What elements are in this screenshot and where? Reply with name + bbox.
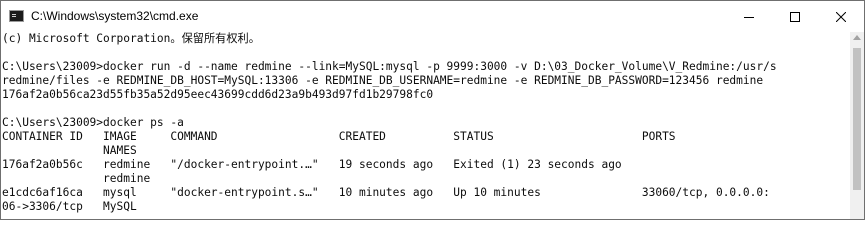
cmd-icon[interactable] [9, 10, 24, 22]
close-button[interactable] [818, 1, 864, 32]
console-line: redmine [2, 172, 151, 185]
title-bar[interactable]: C:\Windows\system32\cmd.exe [1, 1, 864, 32]
console-line: NAMES [2, 144, 137, 157]
minimize-button[interactable] [726, 1, 772, 32]
close-icon [836, 11, 846, 22]
maximize-icon [790, 11, 800, 22]
cmd-window: C:\Windows\system32\cmd.exe (c) Microsof… [0, 0, 865, 220]
console-line: 176af2a0b56c redmine "/docker-entrypoint… [2, 158, 622, 171]
console-line: CONTAINER ID IMAGE COMMAND CREATED STATU… [2, 130, 676, 143]
console-output[interactable]: (c) Microsoft Corporation。保留所有权利。 C:\Use… [1, 32, 850, 219]
console-line: e1cdc6af16ca mysql "docker-entrypoint.s…… [2, 186, 770, 199]
scrollbar-thumb[interactable] [853, 48, 861, 190]
minimize-icon [744, 16, 754, 18]
console-line: (c) Microsoft Corporation。保留所有权利。 [2, 32, 260, 45]
console-line: 06->3306/tcp MySQL [2, 200, 137, 213]
console-line: C:\Users\23009>docker run -d --name redm… [2, 60, 777, 73]
window-title: C:\Windows\system32\cmd.exe [31, 9, 199, 23]
console-line: redmine/files -e REDMINE_DB_HOST=MySQL:1… [2, 74, 764, 87]
console-line: C:\Users\23009>docker ps -a [2, 116, 184, 129]
console-line: 176af2a0b56ca23d55fb35a52d95eec43699cdd6… [2, 88, 434, 101]
scroll-up-arrow-icon[interactable] [853, 35, 861, 40]
maximize-button[interactable] [772, 1, 818, 32]
vertical-scrollbar[interactable] [850, 32, 864, 219]
